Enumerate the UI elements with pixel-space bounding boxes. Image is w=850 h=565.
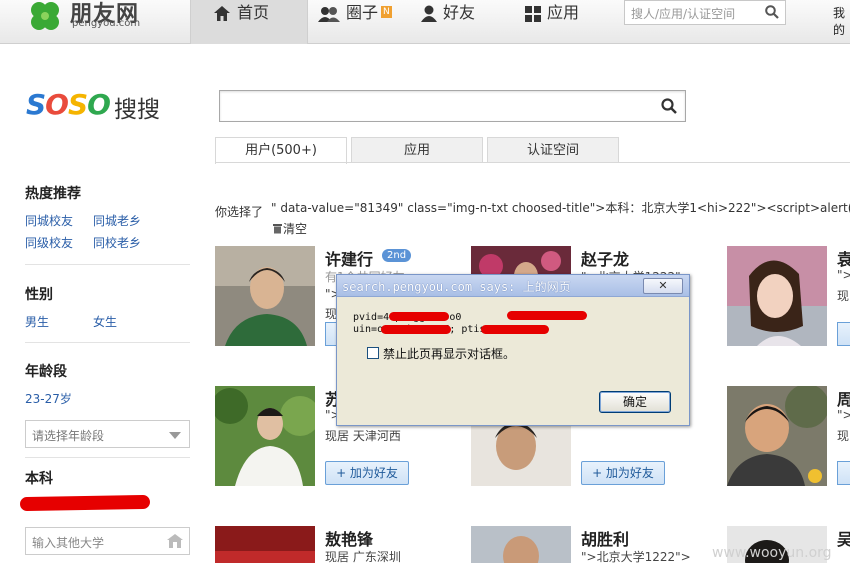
tab-users[interactable]: 用户(500+) bbox=[215, 137, 347, 164]
user-photo[interactable] bbox=[727, 386, 827, 486]
add-friend-button[interactable]: + 加为好友 bbox=[325, 461, 409, 485]
other-university-input[interactable]: 输入其他大学 bbox=[25, 527, 190, 555]
user-photo[interactable] bbox=[215, 386, 315, 486]
user-name[interactable]: 许建行 bbox=[325, 246, 373, 270]
dialog-title-bar[interactable]: search.pengyou.com says: 上的网页 ✕ bbox=[337, 275, 689, 297]
user-photo-image bbox=[727, 386, 827, 486]
other-university-placeholder: 输入其他大学 bbox=[32, 536, 105, 550]
age-title: 年龄段 bbox=[25, 364, 67, 380]
clear-label: 清空 bbox=[283, 222, 308, 236]
nav-circles-label: 圈子 bbox=[346, 3, 379, 22]
redaction-mark bbox=[19, 494, 151, 512]
add-friend-button[interactable] bbox=[837, 461, 850, 485]
soso-logo: SOSO bbox=[26, 88, 111, 121]
age-select[interactable]: 请选择年龄段 bbox=[25, 420, 190, 448]
user-school: "> bbox=[837, 268, 850, 282]
filter-link[interactable]: 同校老乡 bbox=[93, 234, 141, 251]
building-icon bbox=[167, 534, 183, 548]
filter-link[interactable]: 同城老乡 bbox=[93, 212, 141, 229]
gender-female-link[interactable]: 女生 bbox=[93, 313, 117, 330]
suppress-dialogs-label: 禁止此页再显示对话框。 bbox=[383, 347, 516, 361]
age-range-link[interactable]: 23-27岁 bbox=[25, 390, 72, 407]
user-location: 现居 广东深圳 bbox=[325, 550, 401, 564]
age-select-placeholder: 请选择年龄段 bbox=[32, 429, 105, 443]
ok-button[interactable]: 确定 bbox=[599, 391, 671, 413]
redaction-mark bbox=[389, 312, 449, 321]
alert-dialog: search.pengyou.com says: 上的网页 ✕ pvid=4 p… bbox=[336, 274, 690, 426]
user-school: ">北京大学1222"> bbox=[581, 550, 691, 564]
redaction-mark bbox=[507, 311, 587, 320]
divider bbox=[25, 457, 190, 458]
suppress-dialogs-checkbox[interactable] bbox=[367, 347, 379, 359]
user-name[interactable]: 吴 bbox=[837, 526, 850, 550]
school-title: 本科 bbox=[25, 471, 53, 487]
top-navigation-bar: 朋友网 pengyou.com 首页 圈子 N 好友 应用 搜人/应用/认证空间 … bbox=[0, 0, 850, 44]
logo-domain: pengyou.com bbox=[72, 18, 141, 29]
user-location: 现 bbox=[837, 289, 850, 303]
tab-divider bbox=[215, 162, 850, 163]
soso-brand-text: 搜搜 bbox=[114, 97, 160, 123]
search-icon[interactable] bbox=[765, 5, 779, 19]
nav-home[interactable]: 首页 bbox=[190, 0, 308, 44]
nav-friends-label: 好友 bbox=[443, 3, 476, 22]
user-photo-image bbox=[215, 386, 315, 486]
user-name[interactable]: 袁 bbox=[837, 246, 850, 270]
user-photo-image bbox=[471, 526, 571, 563]
redaction-mark bbox=[481, 325, 549, 334]
watermark: www.wooyun.org bbox=[712, 545, 832, 561]
pengyou-logo[interactable]: 朋友网 pengyou.com bbox=[26, 0, 156, 38]
nav-friends[interactable]: 好友 bbox=[421, 0, 491, 44]
trash-icon bbox=[273, 224, 282, 234]
tab-apps[interactable]: 应用 bbox=[351, 137, 483, 163]
user-name[interactable]: 胡胜利 bbox=[581, 526, 629, 550]
second-degree-badge: 2nd bbox=[382, 249, 412, 262]
group-icon bbox=[318, 6, 340, 22]
divider bbox=[25, 264, 190, 265]
user-photo-image bbox=[215, 246, 315, 346]
user-photo[interactable] bbox=[215, 246, 315, 346]
user-name[interactable]: 赵子龙 bbox=[581, 246, 629, 270]
nav-apps[interactable]: 应用 bbox=[525, 0, 595, 44]
apps-grid-icon bbox=[525, 5, 541, 22]
hot-recommend-title: 热度推荐 bbox=[25, 186, 81, 202]
filter-link[interactable]: 同级校友 bbox=[25, 234, 73, 251]
redaction-mark bbox=[381, 325, 451, 334]
my-menu[interactable]: 我的 bbox=[833, 4, 850, 38]
user-name[interactable]: 周 bbox=[837, 386, 850, 410]
new-badge: N bbox=[381, 6, 392, 18]
close-button[interactable]: ✕ bbox=[643, 278, 683, 294]
user-location: 现居 天津河西 bbox=[325, 429, 401, 443]
dialog-title: search.pengyou.com says: 上的网页 bbox=[342, 280, 571, 294]
user-photo-image bbox=[215, 526, 315, 563]
top-search-input[interactable]: 搜人/应用/认证空间 bbox=[624, 0, 786, 25]
user-photo[interactable] bbox=[471, 526, 571, 563]
user-name[interactable]: 敖艳锋 bbox=[325, 526, 373, 550]
divider bbox=[25, 342, 190, 343]
search-icon[interactable] bbox=[661, 98, 677, 114]
selection-text: " data-value="81349" class="img-n-txt ch… bbox=[271, 201, 850, 215]
clear-selection-button[interactable]: 清空 bbox=[272, 220, 307, 237]
user-photo[interactable] bbox=[215, 526, 315, 563]
add-friend-button[interactable]: + 加为好友 bbox=[581, 461, 665, 485]
nav-home-label: 首页 bbox=[237, 3, 270, 22]
nav-circles[interactable]: 圈子 N bbox=[318, 0, 398, 44]
person-icon bbox=[421, 5, 437, 22]
main-search-input[interactable] bbox=[219, 90, 686, 122]
tab-verified-spaces[interactable]: 认证空间 bbox=[487, 137, 619, 163]
add-friend-button[interactable] bbox=[837, 322, 850, 346]
user-photo[interactable] bbox=[727, 246, 827, 346]
gender-title: 性别 bbox=[25, 287, 53, 303]
home-icon bbox=[214, 6, 230, 21]
user-photo-image bbox=[727, 246, 827, 346]
gender-male-link[interactable]: 男生 bbox=[25, 313, 49, 330]
nav-apps-label: 应用 bbox=[547, 3, 580, 22]
selection-label: 你选择了 bbox=[215, 205, 264, 219]
top-search-placeholder: 搜人/应用/认证空间 bbox=[631, 7, 736, 21]
filter-link[interactable]: 同城校友 bbox=[25, 212, 73, 229]
chevron-down-icon bbox=[169, 432, 181, 439]
user-school: "> bbox=[837, 408, 850, 422]
user-location: 现 bbox=[837, 429, 850, 443]
clover-logo-icon bbox=[31, 2, 59, 30]
